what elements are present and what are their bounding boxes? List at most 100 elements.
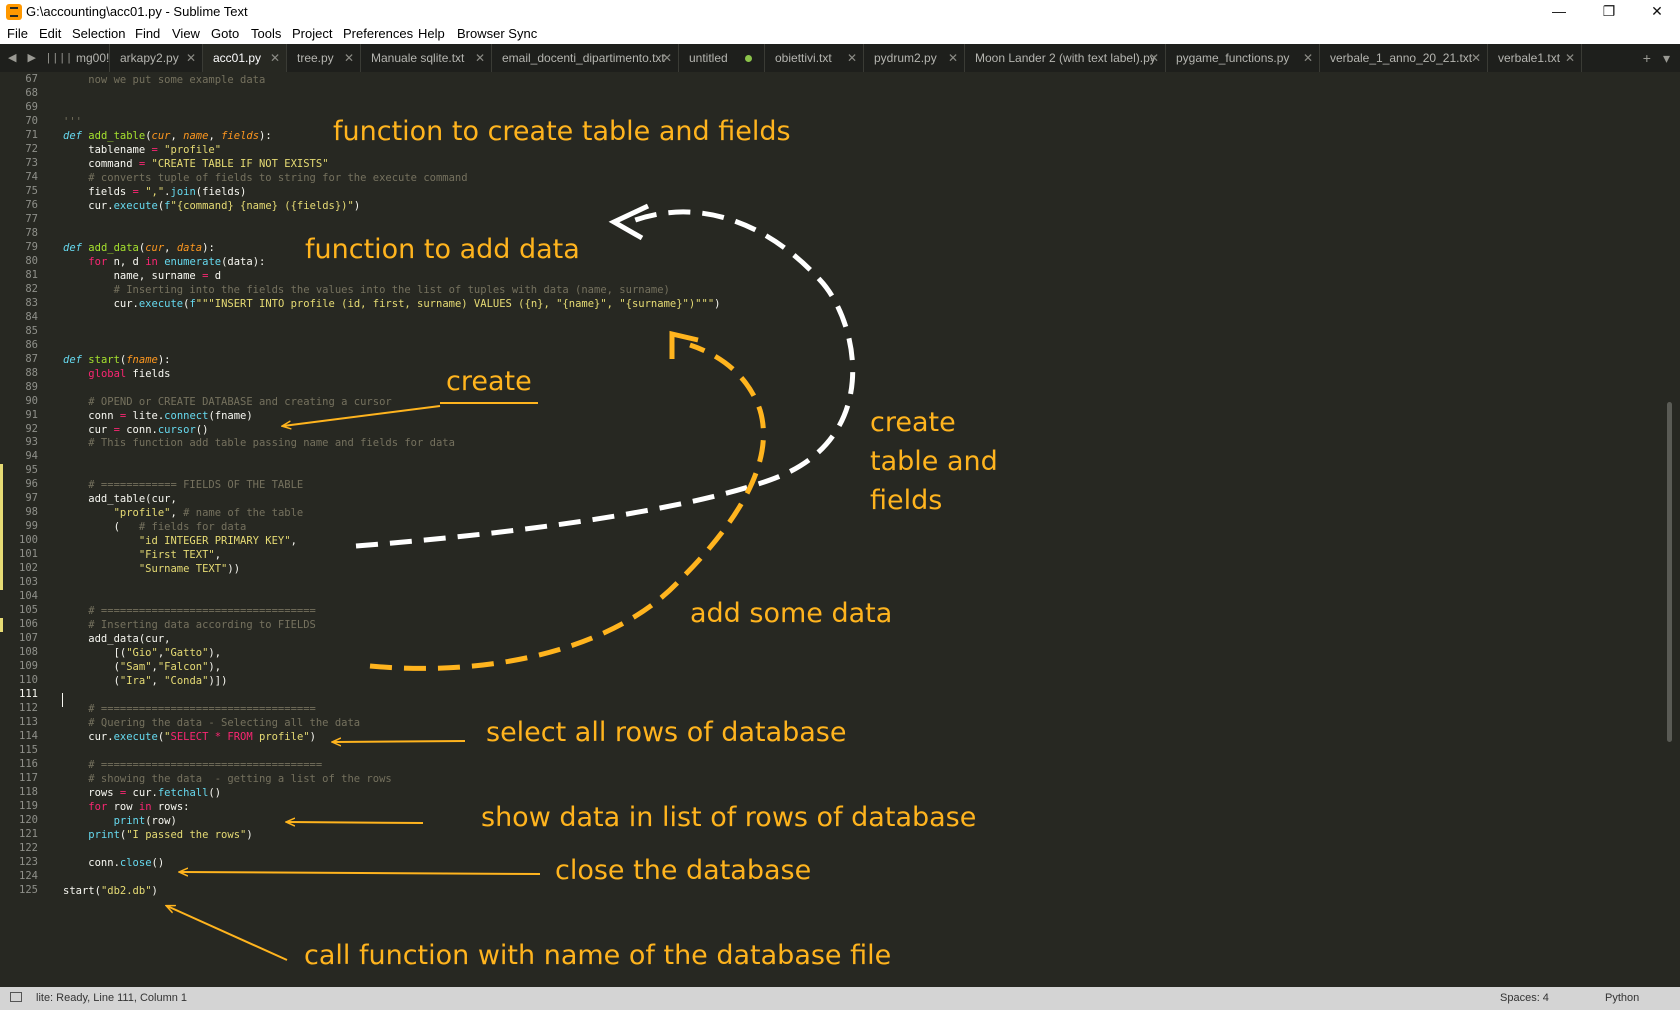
menu-view[interactable]: View [172,26,200,41]
line-number: 122 [19,841,38,854]
tab-label: Manuale sqlite.txt [371,51,465,65]
tab-label: verbale1.txt [1498,51,1561,65]
indentation-setting[interactable]: Spaces: 4 [1500,992,1549,1004]
code-line: command = "CREATE TABLE IF NOT EXISTS" [63,157,329,170]
menu-goto[interactable]: Goto [211,26,239,41]
code-line: ''' [63,115,82,128]
tab-label: tree.py [297,51,334,65]
code-line: cur = conn.cursor() [63,423,209,436]
tab-verbale1[interactable]: verbale1.txt ✕ [1488,44,1582,72]
close-tab-icon[interactable]: ✕ [186,44,196,72]
tab-label: mg00! [76,51,110,65]
menu-selection[interactable]: Selection [72,26,125,41]
line-number: 120 [19,813,38,826]
line-number: 80 [25,254,38,267]
tab-pydrum2[interactable]: pydrum2.py ✕ [864,44,965,72]
syntax-selector[interactable]: Python [1605,992,1639,1004]
code-line: "First TEXT", [138,549,222,562]
line-number: 115 [19,744,38,757]
new-tab-plus-icon[interactable]: + [1643,50,1651,66]
tab-untitled[interactable]: untitled [679,44,765,72]
tab-label: acc01.py [213,51,262,65]
menu-browser-sync[interactable]: Browser Sync [457,26,537,41]
close-tab-icon[interactable]: ✕ [1471,44,1481,72]
line-number: 91 [25,408,38,421]
line-number: 82 [25,282,38,295]
code-line: name, surname = d [63,269,222,282]
line-number: 74 [25,170,38,183]
close-tab-icon[interactable]: ✕ [475,44,485,72]
line-number: 113 [19,716,38,729]
code-line: "Surname TEXT")) [138,563,241,576]
tab-acc01[interactable]: acc01.py ✕ [203,44,287,72]
tab-list-chevron-icon[interactable]: ▾ [1663,50,1670,66]
modified-line-marker [0,618,3,633]
line-number: 104 [19,590,38,603]
line-number: 97 [25,492,38,505]
tab-obiettivi[interactable]: obiettivi.txt ✕ [765,44,864,72]
line-number: 111 [19,688,38,701]
line-number: 100 [19,534,38,547]
close-tab-icon[interactable]: ✕ [662,44,672,72]
close-tab-icon[interactable]: ✕ [1149,44,1159,72]
tab-email-docenti[interactable]: email_docenti_dipartimento.txt ✕ [492,44,679,72]
tab-pygame-functions[interactable]: pygame_functions.py ✕ [1166,44,1320,72]
line-number: 106 [19,618,38,631]
close-window-button[interactable]: ✕ [1634,0,1680,24]
tab-verbale-1-anno[interactable]: verbale_1_anno_20_21.txt ✕ [1320,44,1488,72]
close-tab-icon[interactable]: ✕ [847,44,857,72]
code-line: # OPEND or CREATE DATABASE and creating … [63,395,392,408]
status-bar: lite: Ready, Line 111, Column 1 Spaces: … [0,987,1680,1010]
line-number: 95 [25,464,38,477]
code-line: conn.close() [63,856,165,869]
line-number: 123 [19,855,38,868]
code-line: ( # fields for data [63,521,247,534]
close-tab-icon[interactable]: ✕ [1303,44,1313,72]
code-line: def add_data(cur, data): [63,241,215,254]
close-tab-icon[interactable]: ✕ [948,44,958,72]
menu-file[interactable]: File [7,26,28,41]
code-line: # =================================== [63,759,323,772]
modified-line-marker [0,520,3,535]
line-number: 110 [19,674,38,687]
line-number: 75 [25,184,38,197]
line-number: 119 [19,799,38,812]
menu-edit[interactable]: Edit [39,26,61,41]
menu-project[interactable]: Project [292,26,332,41]
restore-button[interactable]: ❐ [1586,0,1632,24]
line-number: 116 [19,758,38,771]
code-editor[interactable]: 67 68 69 70 71 72 73 74 75 76 77 78 79 80 81 82 83 84 85 86… [0,72,1680,987]
code-line: add_data(cur, [63,633,171,646]
code-line: # ================================== [63,605,316,618]
menu-tools[interactable]: Tools [251,26,281,41]
line-number: 125 [19,883,38,896]
close-tab-icon[interactable]: ✕ [1565,44,1575,72]
line-number-gutter: 67 68 69 70 71 72 73 74 75 76 77 78 79 80 81 82 83 84 85 86… [0,72,46,987]
close-tab-icon[interactable]: ✕ [344,44,354,72]
tab-manuale-sqlite[interactable]: Manuale sqlite.txt ✕ [361,44,492,72]
code-line: start("db2.db") [63,884,158,897]
line-number: 98 [25,506,38,519]
menu-preferences[interactable]: Preferences [343,26,413,41]
modified-line-marker [0,548,3,563]
line-number: 86 [25,338,38,351]
menu-find[interactable]: Find [135,26,160,41]
line-number: 112 [19,702,38,715]
close-tab-icon[interactable]: ✕ [270,44,280,72]
code-line: # Inserting into the fields the values i… [63,283,670,296]
vertical-scrollbar[interactable] [1667,402,1672,742]
tab-scroll-arrows[interactable]: ◀ ▶ |||| [8,44,74,72]
tab-arkapy2[interactable]: arkapy2.py ✕ [110,44,203,72]
code-line: "id INTEGER PRIMARY KEY", [138,535,297,548]
tab-label: verbale_1_anno_20_21.txt [1330,51,1473,65]
tab-label: email_docenti_dipartimento.txt [502,51,665,65]
tab-mg00[interactable]: mg00! [66,44,110,72]
tab-label: obiettivi.txt [775,51,832,65]
tab-tree[interactable]: tree.py ✕ [287,44,361,72]
line-number: 118 [19,785,38,798]
menu-help[interactable]: Help [418,26,445,41]
minimize-button[interactable]: — [1536,0,1582,24]
tab-moon-lander[interactable]: Moon Lander 2 (with text label).py ✕ [965,44,1166,72]
tab-label: Moon Lander 2 (with text label).py [975,51,1156,65]
sidebar-toggle-icon[interactable] [10,992,22,1002]
